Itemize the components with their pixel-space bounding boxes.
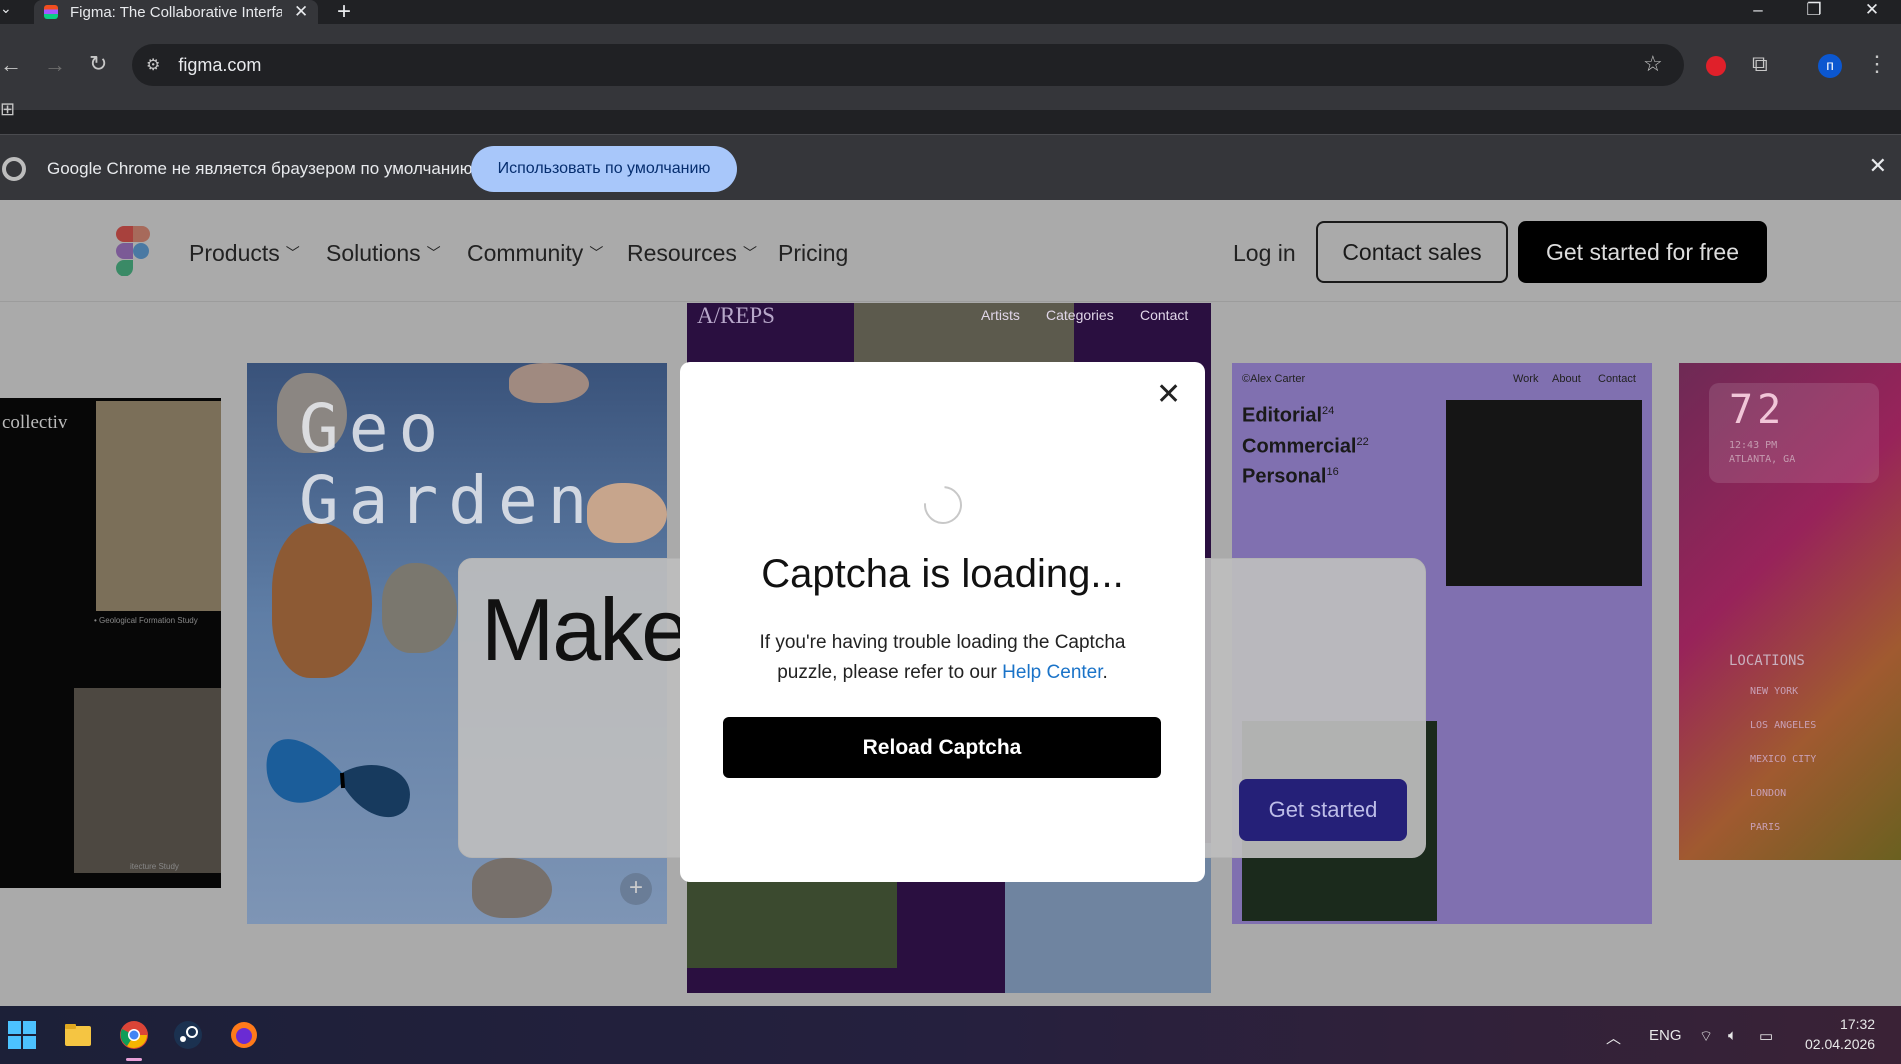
infobar-message: Google Chrome не является браузером по у… xyxy=(47,159,478,178)
extension-red-icon[interactable] xyxy=(1706,56,1726,76)
taskbar-clock[interactable]: 17:32 02.04.2026 xyxy=(1805,1014,1875,1054)
restore-icon[interactable]: ❐ xyxy=(1792,0,1836,22)
minimize-icon[interactable]: – xyxy=(1736,0,1780,22)
figma-favicon-icon xyxy=(44,5,58,19)
language-indicator[interactable]: ENG xyxy=(1649,1027,1682,1044)
apps-grid-icon[interactable]: ⊞ xyxy=(0,98,15,120)
tab-strip: ⌄ Figma: The Collaborative Interfa ✕ + –… xyxy=(0,0,1901,26)
address-bar[interactable]: ⚙ figma.com xyxy=(132,44,1684,86)
back-icon[interactable]: ← xyxy=(0,54,22,76)
set-default-button[interactable]: Использовать по умолчанию xyxy=(471,146,737,192)
extensions-puzzle-icon[interactable]: ⧉ xyxy=(1752,53,1768,75)
battery-icon[interactable]: ▭ xyxy=(1759,1027,1773,1045)
default-browser-infobar: Google Chrome не является браузером по у… xyxy=(0,134,1901,200)
tray-chevron-up-icon[interactable]: ︿ xyxy=(1606,1027,1621,1048)
captcha-dialog: ✕ Captcha is loading... If you're having… xyxy=(680,362,1205,882)
new-tab-button[interactable]: + xyxy=(337,0,351,26)
loading-spinner-icon xyxy=(916,478,970,532)
tab-search-icon[interactable]: ⌄ xyxy=(0,0,12,17)
window-close-icon[interactable]: ✕ xyxy=(1850,0,1894,22)
firefox-icon[interactable] xyxy=(229,1020,259,1050)
active-tab[interactable]: Figma: The Collaborative Interfa ✕ xyxy=(34,0,318,24)
close-icon[interactable]: ✕ xyxy=(1156,380,1181,410)
windows-taskbar: ︿ ENG ⌔ 🔈︎ ▭ 17:32 02.04.2026 xyxy=(0,1006,1901,1064)
bookmark-star-icon[interactable]: ☆ xyxy=(1643,53,1663,75)
reload-captcha-button[interactable]: Reload Captcha xyxy=(723,717,1161,778)
captcha-help-text: If you're having trouble loading the Cap… xyxy=(759,632,1126,683)
volume-icon[interactable]: 🔈︎ xyxy=(1728,1027,1737,1044)
captcha-title: Captcha is loading... xyxy=(761,552,1124,596)
wifi-icon[interactable]: ⌔ xyxy=(1699,1027,1713,1046)
help-center-link[interactable]: Help Center xyxy=(1002,662,1102,683)
reload-icon[interactable]: ↻ xyxy=(89,53,107,75)
url-text: figma.com xyxy=(178,54,262,75)
infobar-close-icon[interactable]: ✕ xyxy=(1869,153,1887,179)
tab-title: Figma: The Collaborative Interfa xyxy=(70,3,282,21)
close-tab-icon[interactable]: ✕ xyxy=(294,2,308,22)
windows-start-icon[interactable] xyxy=(7,1020,37,1050)
forward-icon[interactable]: → xyxy=(44,54,66,76)
steam-icon[interactable] xyxy=(173,1020,203,1050)
profile-avatar[interactable]: п xyxy=(1818,54,1842,78)
file-explorer-icon[interactable] xyxy=(63,1020,93,1050)
active-app-indicator xyxy=(126,1058,142,1061)
chrome-taskbar-icon[interactable] xyxy=(119,1020,149,1050)
browser-toolbar: ← → ↻ ⚙ figma.com ☆ ⧉ п ⋮ ⊞ xyxy=(0,24,1901,119)
site-info-icon[interactable]: ⚙ xyxy=(146,55,160,75)
menu-kebab-icon[interactable]: ⋮ xyxy=(1866,53,1888,75)
chrome-icon xyxy=(2,157,26,181)
